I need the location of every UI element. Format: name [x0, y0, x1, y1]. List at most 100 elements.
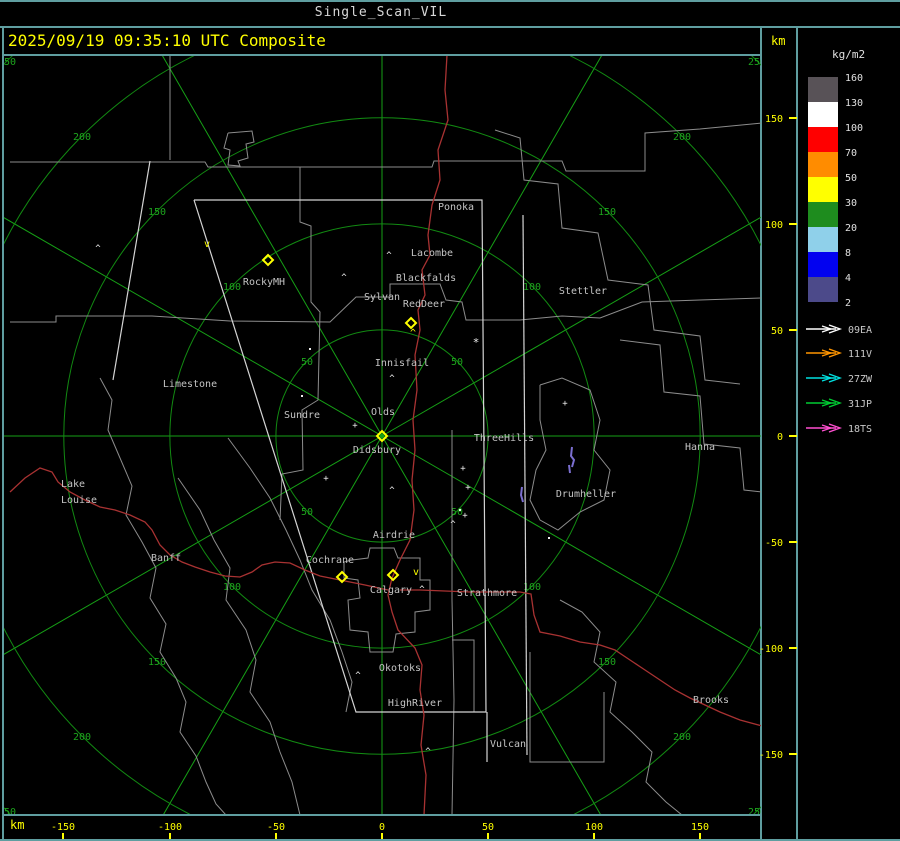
city-label: Strathmore [457, 588, 517, 599]
storm-caret: v [413, 567, 419, 578]
bottom-axis-label: 0 [379, 822, 385, 833]
ring-distance-label: 250 [748, 807, 766, 818]
ring-distance-label: 50 [301, 357, 313, 368]
county-boundary [10, 122, 761, 172]
city-label: Stettler [559, 286, 607, 297]
ring-distance-label: 150 [148, 207, 166, 218]
right-axis-label: -150 [759, 750, 783, 761]
bottom-axis-label: -50 [267, 822, 285, 833]
town-marker-caret: ^ [389, 486, 395, 496]
radar-id-label: 27ZW [848, 374, 873, 385]
town-marker-caret: ^ [450, 520, 456, 530]
scan-area-outline [112, 160, 151, 381]
county-boundary [494, 129, 741, 385]
ring-distance-label: 250 [0, 807, 16, 818]
county-boundary [619, 339, 761, 493]
city-label: Louise [61, 495, 97, 506]
bottom-axis-label: -150 [51, 822, 75, 833]
city-label: ThreeHills [474, 433, 534, 444]
city-label: Ponoka [438, 202, 474, 213]
city-label: Lacombe [411, 248, 453, 259]
town-marker-caret: ^ [355, 671, 361, 681]
county-boundary [451, 430, 455, 814]
town-marker-caret: ^ [425, 747, 431, 757]
right-axis-label: 0 [777, 432, 783, 443]
city-label: Calgary [370, 585, 412, 596]
city-label: Brooks [693, 695, 729, 706]
legend-value-label: 50 [845, 173, 857, 184]
town-marker-caret: ^ [419, 585, 425, 595]
vil-echo [519, 486, 524, 503]
county-boundary [99, 377, 226, 814]
city-label: Innisfail [375, 358, 429, 369]
legend-color-block [808, 277, 838, 302]
county-boundary [279, 167, 321, 521]
radar-site-diamond [261, 253, 275, 267]
county-boundary [559, 599, 682, 814]
ring-distance-label: 50 [451, 357, 463, 368]
radar-id-label: 09EA [848, 325, 872, 336]
range-spoke [163, 435, 383, 814]
radar-id-label: 111V [848, 349, 872, 360]
town-marker-asterisk: * [473, 336, 480, 349]
city-label: Drumheller [556, 489, 616, 500]
range-spoke [4, 217, 383, 437]
ring-distance-label: 100 [523, 282, 541, 293]
town-marker-plus: + [462, 511, 468, 521]
vil-echo [568, 464, 571, 474]
county-boundary [177, 477, 301, 814]
radar-id-label: 31JP [848, 399, 872, 410]
legend-value-label: 70 [845, 148, 857, 159]
legend-color-block [808, 227, 838, 252]
ring-distance-label: 250 [748, 57, 766, 68]
town-marker-caret: ^ [386, 251, 392, 261]
radar-map-canvas: 50 5050 50100 100100 100150 150150 150200 20020… [0, 56, 873, 839]
ring-distance-label: 150 [598, 657, 616, 668]
legend-color-block [808, 152, 838, 177]
legend-value-label: 8 [845, 248, 851, 259]
ring-distance-label: 50 [451, 507, 463, 518]
legend-value-label: 2 [845, 298, 851, 309]
town-marker-caret: ^ [95, 244, 101, 254]
city-label: Banff [151, 553, 181, 564]
scan-area-outline [522, 214, 528, 756]
legend-color-block [808, 252, 838, 277]
city-label: Olds [371, 407, 395, 418]
legend-color-block [808, 127, 838, 152]
right-axis-label: 150 [765, 114, 783, 125]
city-label: Okotoks [379, 663, 421, 674]
city-label: Cochrane [306, 555, 354, 566]
town-marker-plus: + [460, 464, 466, 474]
city-label: Hanna [685, 442, 715, 453]
map-area: 50 5050 50100 100100 100150 150150 150200 20020… [0, 56, 766, 818]
city-label: RedDeer [403, 299, 445, 310]
town-marker-plus: + [352, 421, 358, 431]
ring-distance-label: 200 [73, 132, 91, 143]
storm-caret: v [204, 239, 210, 250]
legend-color-block [808, 77, 838, 102]
town-marker-dot [309, 348, 311, 350]
town-marker-dot [459, 509, 461, 511]
county-boundary [452, 639, 475, 712]
county-boundary [223, 130, 255, 167]
legend-value-label: 20 [845, 223, 857, 234]
county-boundary [10, 283, 761, 323]
ring-distance-label: 50 [301, 507, 313, 518]
legend-value-label: 4 [845, 273, 851, 284]
bottom-axis-label: 150 [691, 822, 709, 833]
town-marker-plus: + [562, 399, 568, 409]
town-marker-dot [548, 537, 550, 539]
legend-color-block [808, 177, 838, 202]
town-marker-plus: + [323, 474, 329, 484]
radar-viewer-window: Single_Scan_VIL 2025/09/19 09:35:10 UTC … [0, 0, 900, 841]
city-label: Sylvan [364, 292, 400, 303]
right-axis-label: -100 [759, 644, 783, 655]
legend-value-label: 30 [845, 198, 857, 209]
city-label: Blackfalds [396, 273, 456, 284]
ring-distance-label: 150 [598, 207, 616, 218]
county-boundary [343, 547, 431, 653]
town-marker-plus: + [465, 483, 471, 493]
ring-distance-label: 200 [673, 732, 691, 743]
city-label: Didsbury [353, 445, 401, 456]
ring-distance-label: 200 [73, 732, 91, 743]
